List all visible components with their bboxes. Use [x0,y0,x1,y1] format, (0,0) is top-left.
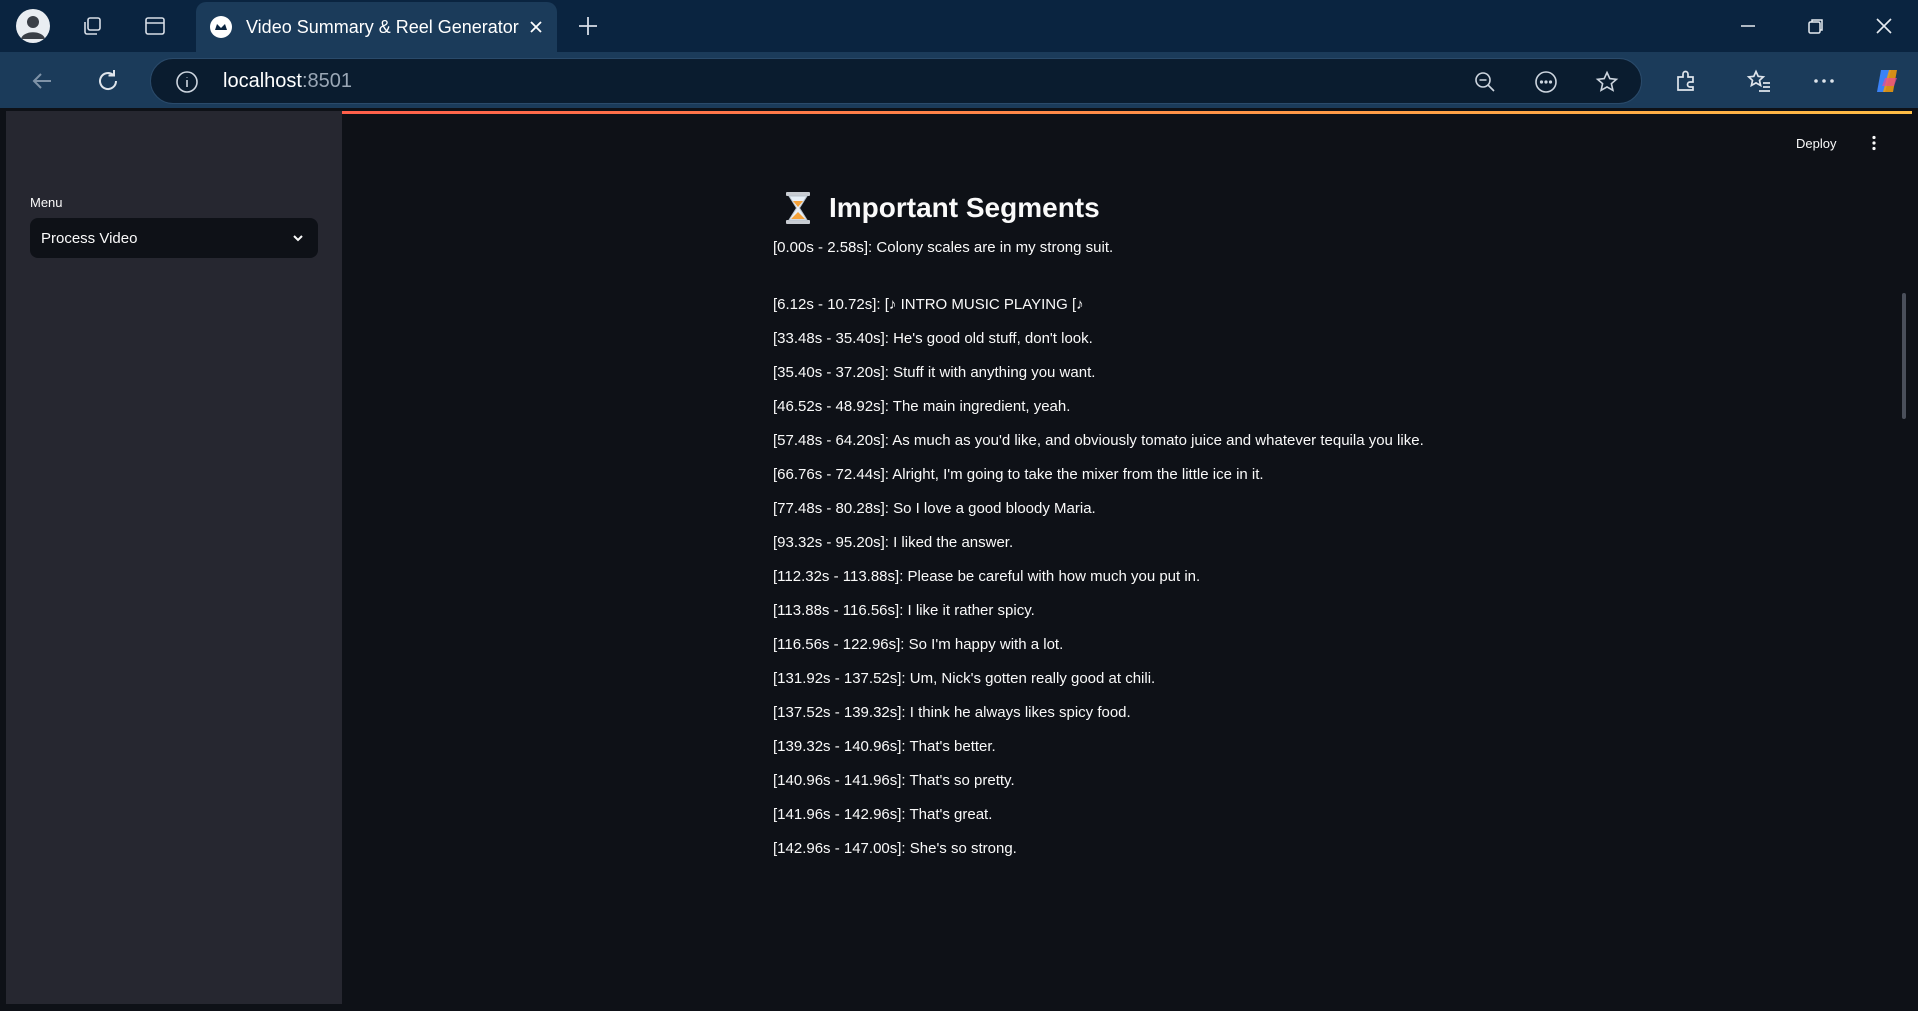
url-port: :8501 [301,69,352,92]
page-title-text: Important Segments [829,192,1100,223]
segment-list: [0.00s - 2.58s]: Colony scales are in my… [773,240,1673,875]
segment-item: [142.96s - 147.00s]: She's so strong. [773,840,1017,857]
streamlit-favicon-icon [210,16,232,38]
extensions-puzzle-icon[interactable] [1669,64,1703,98]
minimize-window-icon[interactable] [1724,8,1772,44]
segment-item: [57.48s - 64.20s]: As much as you'd like… [773,432,1424,449]
browser-tab-bar: Video Summary & Reel Generator [0,0,1918,52]
segment-item: [66.76s - 72.44s]: Alright, I'm going to… [773,466,1264,483]
main-scrollbar[interactable] [1902,293,1906,419]
segment-item: [112.32s - 113.88s]: Please be careful w… [773,568,1201,585]
streamlit-app: Menu Process Video Deploy Important Segm… [6,111,1912,1004]
more-tools-circle-icon[interactable] [1530,66,1562,98]
deploy-button[interactable]: Deploy [1796,136,1836,151]
url-text: localhost:8501 [223,70,352,93]
back-arrow-icon[interactable] [25,64,59,98]
segment-item: [46.52s - 48.92s]: The main ingredient, … [773,398,1071,415]
segment-item: [116.56s - 122.96s]: So I'm happy with a… [773,636,1064,653]
segment-item: [137.52s - 139.32s]: I think he always l… [773,704,1131,721]
new-tab-icon[interactable] [572,10,604,42]
workspaces-icon[interactable] [76,10,108,42]
page-title: Important Segments [773,185,1673,231]
segment-item: [33.48s - 35.40s]: He's good old stuff, … [773,330,1093,347]
segment-item: [139.32s - 140.96s]: That's better. [773,738,996,755]
segment-item: [93.32s - 95.20s]: I liked the answer. [773,534,1014,551]
copilot-icon[interactable] [1870,64,1904,98]
favorite-star-icon[interactable] [1591,66,1623,98]
chevron-down-icon [288,228,308,248]
reload-icon[interactable] [91,64,125,98]
menu-select-value: Process Video [41,229,138,247]
segment-item: [6.12s - 10.72s]: [♪ INTRO MUSIC PLAYING… [773,296,1084,313]
settings-more-icon[interactable] [1807,64,1841,98]
close-window-icon[interactable] [1860,8,1908,44]
segment-item: [140.96s - 141.96s]: That's so pretty. [773,772,1015,789]
close-tab-icon[interactable] [521,12,551,42]
active-browser-tab[interactable]: Video Summary & Reel Generator [196,2,557,52]
site-info-icon[interactable] [171,66,203,98]
tab-title: Video Summary & Reel Generator [246,16,519,37]
vertical-tabs-icon[interactable] [139,10,171,42]
browser-toolbar: localhost:8501 [0,52,1918,108]
main-menu-icon[interactable] [1864,131,1884,155]
segment-item: [35.40s - 37.20s]: Stuff it with anythin… [773,364,1096,381]
main-content: Important Segments [0.00s - 2.58s]: Colo… [773,185,1673,875]
segment-item: [131.92s - 137.52s]: Um, Nick's gotten r… [773,670,1156,687]
favorites-list-icon[interactable] [1742,64,1776,98]
url-host: localhost [223,69,302,92]
restore-window-icon[interactable] [1792,8,1840,44]
sidebar: Menu Process Video [6,111,342,1004]
menu-select[interactable]: Process Video [30,218,318,258]
profile-avatar-icon[interactable] [16,9,50,43]
segment-item: [113.88s - 116.56s]: I like it rather sp… [773,602,1035,619]
menu-label: Menu [30,195,63,210]
address-bar[interactable]: localhost:8501 [150,58,1642,104]
hourglass-icon [786,192,810,224]
zoom-out-icon[interactable] [1469,66,1501,98]
segment-item: [141.96s - 142.96s]: That's great. [773,806,993,823]
segment-item: [77.48s - 80.28s]: So I love a good bloo… [773,500,1096,517]
segment-item: [0.00s - 2.58s]: Colony scales are in my… [773,239,1114,256]
